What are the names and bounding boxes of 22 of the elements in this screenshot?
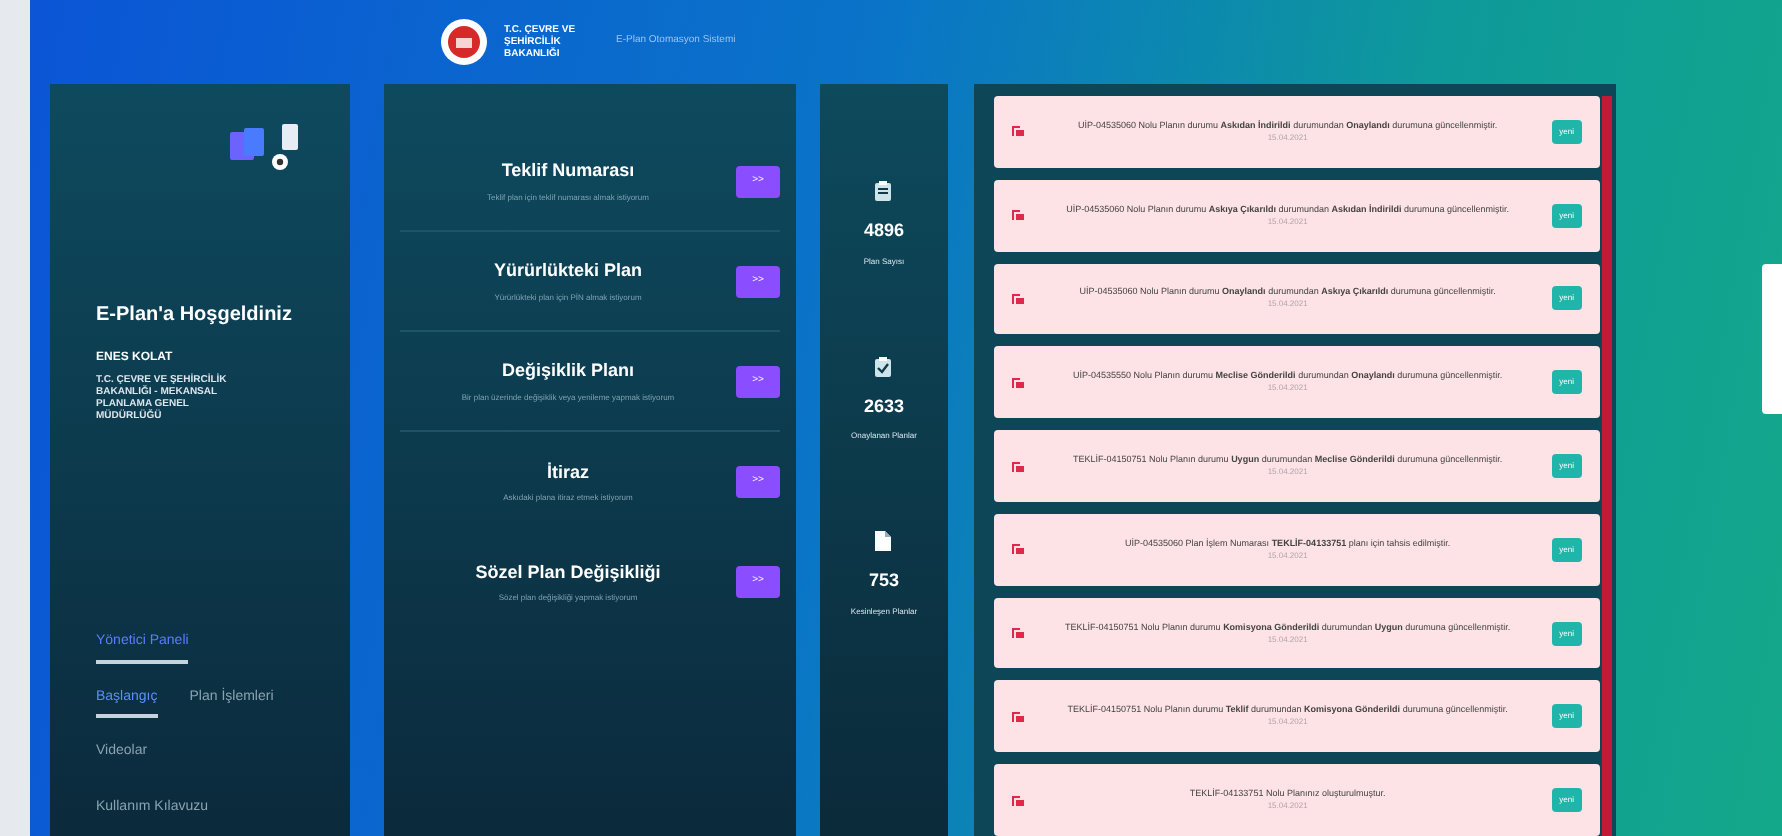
stat-value: 2633	[863, 393, 904, 419]
notification-icon	[1012, 377, 1024, 388]
clipboard-check-icon	[874, 355, 893, 377]
notification-icon	[1012, 628, 1024, 639]
notification-icon	[1012, 461, 1024, 472]
notification-icon	[1012, 210, 1024, 221]
file-icon	[874, 530, 893, 552]
notification-icon	[1012, 293, 1024, 304]
action-title: Teklif Numarası	[501, 158, 635, 185]
notification-icon	[1012, 795, 1024, 806]
action-title: İtiraz	[546, 459, 589, 486]
action-title: Yürürlükteki Plan	[493, 258, 643, 285]
welcome-heading: E-Plan'a Hoşgeldiniz	[96, 302, 294, 330]
ministry-logo	[440, 18, 488, 66]
action-title: Değişiklik Planı	[501, 358, 635, 385]
notification-icon	[1012, 126, 1024, 137]
notification-icon	[1012, 711, 1024, 722]
stat-value: 753	[868, 568, 899, 594]
clipboard-icon	[874, 180, 893, 202]
action-title: Sözel Plan Değişikliği	[475, 559, 661, 586]
notification-icon	[1012, 544, 1024, 555]
stat-value: 4896	[863, 218, 904, 244]
